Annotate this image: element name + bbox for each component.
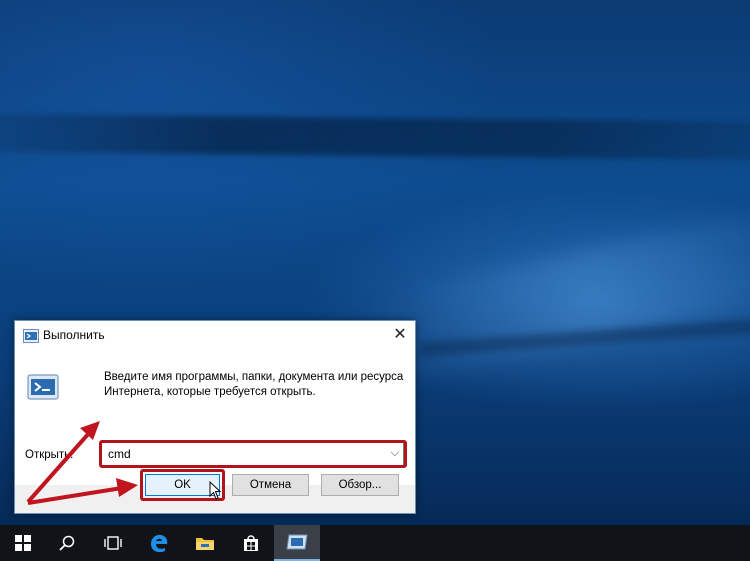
store-button[interactable] (228, 525, 274, 561)
wallpaper-light-glow (375, 207, 750, 383)
wallpaper-light-beam (0, 113, 750, 161)
browse-button[interactable]: Обзор... (321, 474, 399, 496)
store-icon (244, 535, 258, 551)
task-view-button[interactable] (90, 525, 136, 561)
edge-icon (151, 534, 168, 553)
file-explorer-icon (196, 538, 214, 550)
close-button[interactable]: ✕ (385, 321, 415, 351)
mouse-cursor-icon (209, 481, 222, 500)
file-explorer-button[interactable] (182, 525, 228, 561)
dialog-body: Введите имя программы, папки, документа … (15, 351, 415, 485)
windows-logo-icon (15, 535, 31, 551)
open-label: Открыть: (25, 449, 74, 461)
task-view-icon (104, 536, 122, 550)
search-icon (59, 535, 75, 551)
run-taskbar-button[interactable] (274, 525, 320, 561)
dialog-titlebar[interactable]: Выполнить ✕ (15, 321, 415, 351)
cancel-button[interactable]: Отмена (232, 474, 309, 496)
start-button[interactable] (0, 525, 46, 561)
dialog-title: Выполнить (43, 328, 105, 342)
run-app-icon (23, 329, 39, 343)
edge-button[interactable] (136, 525, 182, 561)
taskbar (0, 525, 750, 561)
run-program-icon (27, 374, 59, 400)
search-button[interactable] (44, 525, 90, 561)
run-icon (286, 534, 308, 550)
run-dialog: Выполнить ✕ Введите имя программы, папки… (14, 320, 416, 514)
highlight-frame-input (99, 440, 407, 468)
dialog-description: Введите имя программы, папки, документа … (104, 371, 404, 398)
